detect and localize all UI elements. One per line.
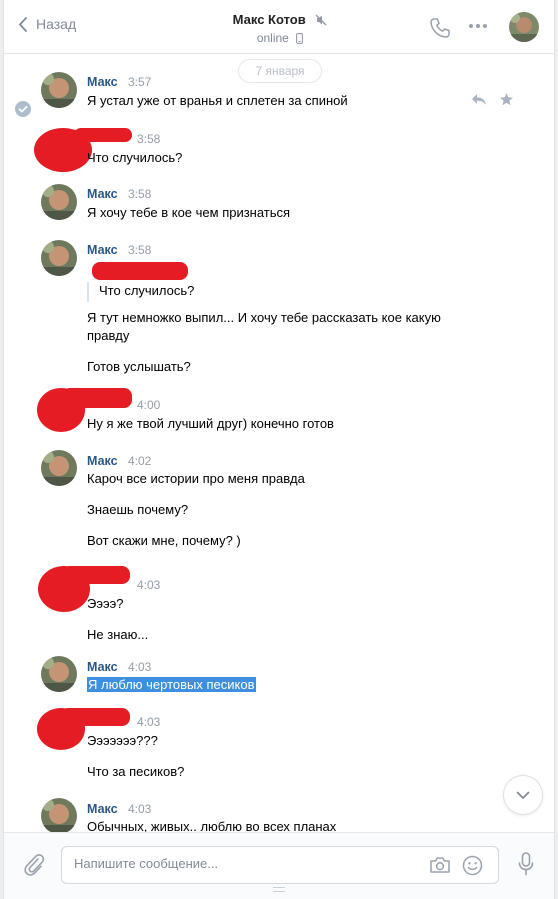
message-time[interactable]: 3:58 [128,187,151,201]
avatar[interactable] [41,450,77,486]
phone-icon[interactable] [429,17,451,39]
redacted-name [74,128,132,142]
status-text: online [256,31,289,45]
quote-text: Что случилось? [99,283,195,298]
mobile-icon [296,33,304,44]
message-composer [4,832,554,899]
author-name[interactable]: Макс [87,660,118,674]
author-name[interactable]: Макс [87,243,118,257]
selected-text[interactable]: Я люблю чертовых песиков [87,677,256,692]
author-name[interactable]: Макс [87,454,118,468]
avatar[interactable] [41,798,77,832]
mute-icon [315,14,327,26]
message-time[interactable]: 4:03 [137,578,160,592]
message-time[interactable]: 4:00 [137,398,160,412]
message-item[interactable]: 4:03 Ээээ? Не знаю... [4,562,554,642]
message-text: Я устал уже от вранья и сплетен за спино… [87,93,348,108]
message-input-box[interactable] [61,846,499,884]
message-text: Ну я же твой лучший друг) конечно готов [87,416,334,431]
microphone-icon[interactable] [518,852,534,876]
contact-name-text: Макс Котов [232,12,306,27]
redacted-name [62,388,132,408]
message-time[interactable]: 3:57 [128,75,151,89]
camera-icon[interactable] [429,856,451,874]
message-time[interactable]: 4:02 [128,454,151,468]
message-text: Что за песиков? [87,764,185,779]
author-name[interactable]: Макс [87,187,118,201]
redacted-name [62,566,130,584]
more-icon[interactable] [468,23,488,29]
message-text: Не знаю... [87,627,149,642]
chat-panel: Назад Макс Котов online 7 января Макс 3:… [3,0,555,899]
message-text: Я люблю чертовых песиков [87,676,256,694]
message-item[interactable]: 3:58 Что случилось? [4,126,554,172]
message-list[interactable]: 7 января Макс 3:57 Я устал уже от вранья… [4,54,554,832]
message-time[interactable]: 3:58 [137,132,160,146]
message-text: правду [87,328,130,343]
message-time[interactable]: 4:03 [137,715,160,729]
message-text: Вот скажи мне, почему? ) [87,533,241,548]
message-text: Обычных, живых.. люблю во всех планах [87,819,337,832]
message-text: Кароч все истории про меня правда [87,471,305,486]
reply-icon[interactable] [471,93,487,106]
message-input[interactable] [74,856,414,871]
star-icon[interactable] [499,92,514,107]
avatar[interactable] [41,656,77,692]
message-item[interactable]: Макс 4:02 Кароч все истории про меня пра… [4,450,554,555]
check-icon[interactable] [15,101,31,117]
author-name[interactable]: Макс [87,75,118,89]
message-item[interactable]: Макс 3:58 Что случилось? Я тут немножко … [4,240,554,380]
author-name[interactable]: Макс [87,802,118,816]
message-item[interactable]: Макс 3:57 Я устал уже от вранья и сплете… [4,72,554,117]
message-text: Знаешь почему? [87,502,189,517]
message-text: Я хочу тебе в кое чем признаться [87,205,291,220]
message-item[interactable]: Макс 4:03 Обычных, живых.. люблю во всех… [4,798,554,832]
chat-header: Назад Макс Котов online [4,0,554,54]
reply-quote[interactable]: Что случилось? [87,282,194,302]
resize-handle[interactable] [273,887,285,892]
message-time[interactable]: 3:58 [128,243,151,257]
chevron-down-icon [516,791,530,799]
message-text: Готов услышать? [87,359,191,374]
message-item[interactable]: 4:00 Ну я же твой лучший друг) конечно г… [4,384,554,434]
scroll-down-button[interactable] [503,775,543,815]
redacted-quote-author [92,262,188,280]
paperclip-icon[interactable] [23,853,45,877]
message-text: Я тут немножко выпил... И хочу тебе расс… [87,310,441,325]
avatar[interactable] [41,72,77,108]
message-time[interactable]: 4:03 [128,802,151,816]
message-item[interactable]: Макс 3:58 Я хочу тебе в кое чем признать… [4,184,554,224]
contact-status: online [4,31,554,45]
message-item[interactable]: Макс 4:03 Я люблю чертовых песиков [4,656,554,696]
redacted-name [60,708,130,726]
avatar[interactable] [41,184,77,220]
smile-icon[interactable] [462,855,483,876]
message-time[interactable]: 4:03 [128,660,151,674]
message-item[interactable]: 4:03 Эээээээ??? Что за песиков? [4,706,554,786]
contact-avatar[interactable] [509,12,539,42]
avatar[interactable] [41,240,77,276]
message-text: Эээээээ??? [87,733,158,748]
message-text: Что случилось? [87,150,183,165]
message-text: Ээээ? [87,596,124,611]
